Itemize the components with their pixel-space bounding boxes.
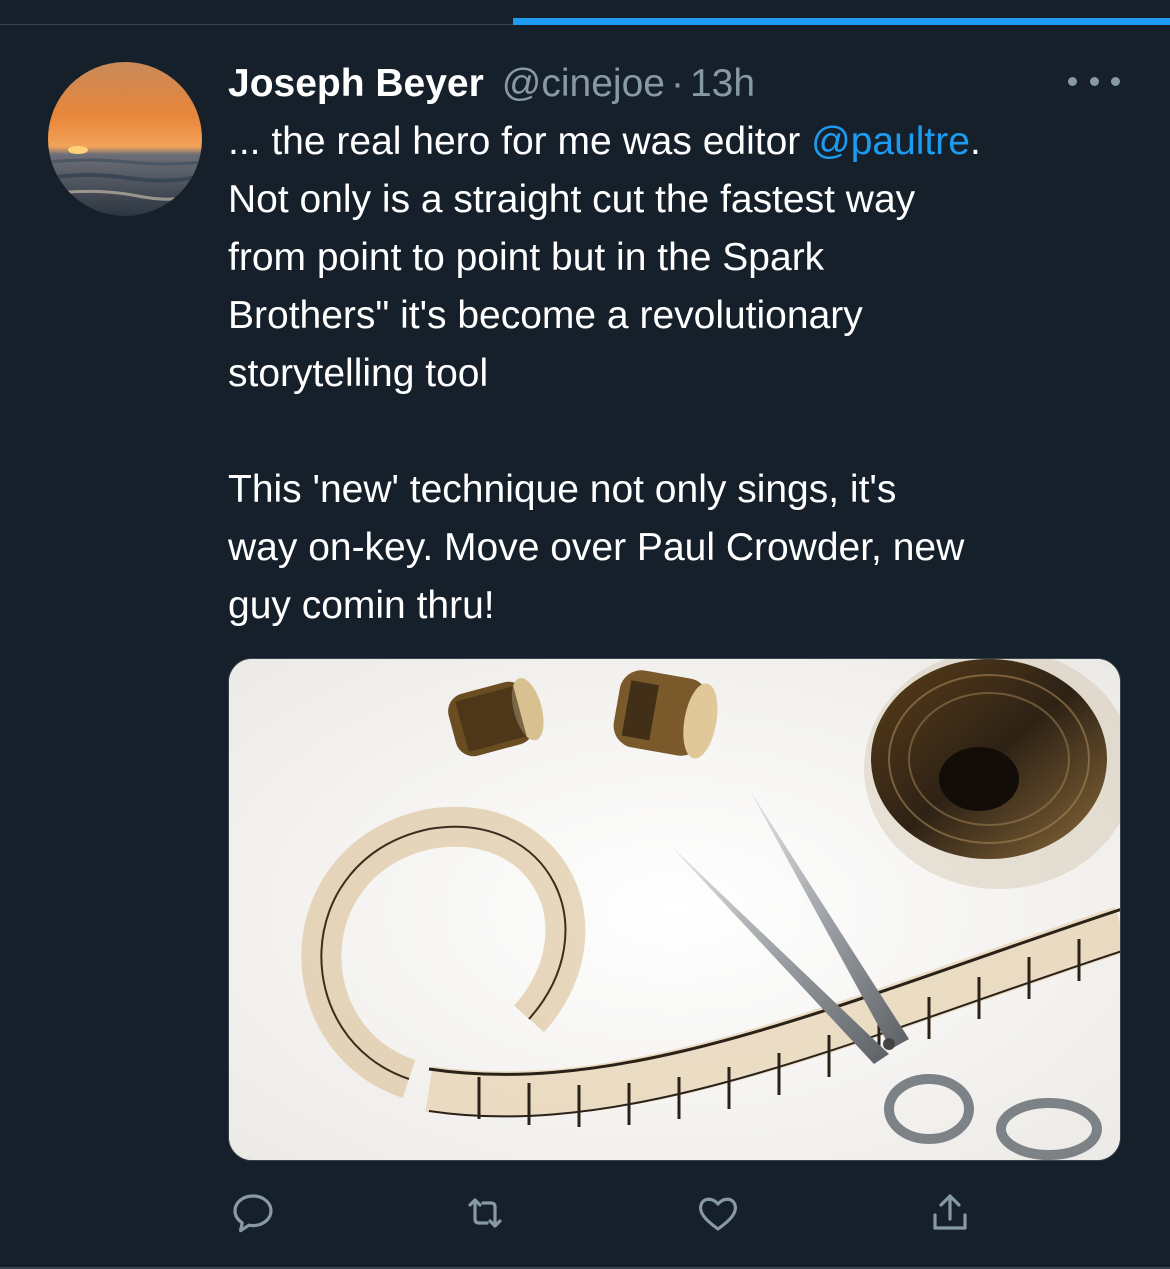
film-and-scissors-photo [229,659,1120,1160]
mention-link[interactable]: @paultre [811,120,970,163]
author-name[interactable]: Joseph Beyer [228,56,484,112]
avatar[interactable] [48,62,202,216]
retweet-button[interactable] [460,1188,510,1238]
reply-button[interactable] [228,1188,278,1238]
share-button[interactable] [925,1188,975,1238]
header-separator: · [670,62,684,105]
tweet-text-part2: . Not only is a straight cut the fastest… [228,120,981,627]
tweet-text: ... the real hero for me was editor @pau… [228,113,1148,635]
reply-icon [233,1194,273,1233]
share-icon [933,1194,967,1230]
heart-icon [698,1197,738,1231]
top-divider [0,24,513,25]
tweet-text-part1: ... the real hero for me was editor [228,120,812,163]
thread-progress-bar [513,18,1170,25]
tweet-actions-bar [228,1188,988,1238]
author-handle[interactable]: @cinejoe [502,56,665,112]
tweet-media-image[interactable] [228,658,1121,1161]
more-horizontal-icon[interactable] [1068,70,1120,92]
tweet-timestamp[interactable]: 13h [690,56,755,112]
avatar-sunset-image [48,62,202,216]
tweet-header: Joseph Beyer @cinejoe · 13h [228,56,755,112]
retweet-icon [468,1198,502,1228]
like-button[interactable] [693,1188,743,1238]
